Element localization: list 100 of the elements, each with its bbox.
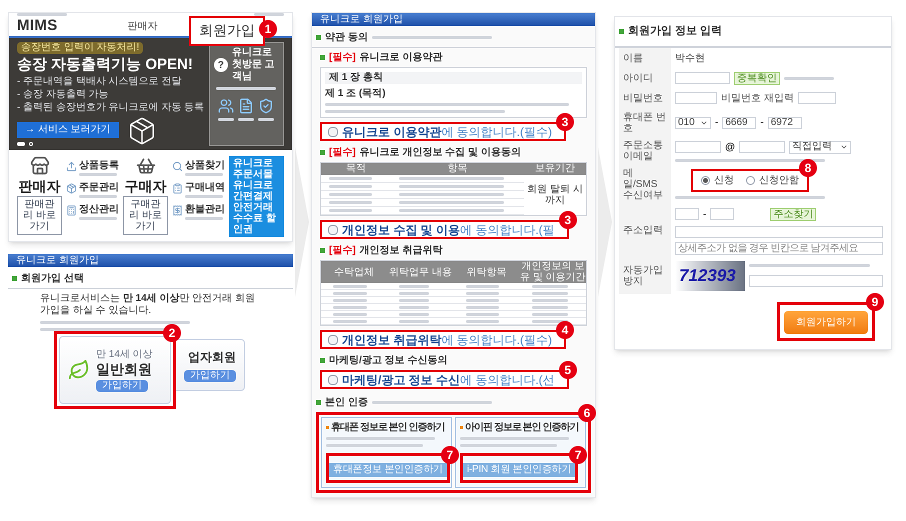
card-title: 일반회원 [96, 360, 152, 376]
agree-label: 개인정보 수집 및 이용에 동의합니다.(필 [342, 222, 555, 238]
blurred-text [185, 217, 223, 220]
menu-link[interactable]: 환불관리 [185, 204, 225, 215]
agree-label: 마케팅/광고 정보 수신에 동의합니다.(선 [342, 372, 555, 388]
section-label: 본인 인증 [325, 397, 368, 408]
article-heading: 제 1 조 (목적) [325, 88, 387, 99]
banner-bullet: - 송장 자동출력 가능 [17, 89, 110, 100]
email-domain-field[interactable] [739, 141, 786, 153]
blurred-text [329, 185, 372, 188]
section-title: 회원가입 선택 [21, 272, 84, 286]
menu-link[interactable]: 구매내역 [185, 182, 225, 193]
basket-icon [136, 156, 156, 176]
section-marker-icon [619, 28, 624, 34]
field-label: 주소입력 [623, 225, 663, 236]
step-badge: 8 [799, 159, 817, 177]
radio-label: 신청안함 [759, 174, 799, 188]
zipcode-field[interactable] [710, 208, 734, 220]
section-marker-icon [320, 55, 325, 60]
leaf-icon [68, 359, 90, 381]
service-button[interactable]: → 서비스 보러가기 [17, 122, 119, 138]
step-badge: 7 [440, 446, 459, 464]
checkbox[interactable] [328, 334, 338, 344]
package-icon [66, 183, 77, 194]
menu-link[interactable]: 주문관리 [79, 182, 119, 193]
promo-link[interactable]: 안전거래수수료 할인권 [233, 202, 280, 235]
at-sign: @ [725, 140, 736, 154]
form-title: 회원가입 정보 입력 [628, 24, 722, 39]
promo-link[interactable]: 유니크로 주문서몰 [233, 158, 280, 180]
signup-link[interactable]: 회원가입 [199, 22, 255, 38]
address-detail-field[interactable]: 상세주소가 없을 경우 빈칸으로 남겨주세요 [675, 242, 883, 254]
blurred-text [79, 217, 117, 220]
duplicate-check-button[interactable]: 중복확인 [734, 72, 780, 84]
separator: - [760, 116, 764, 130]
radio-label: 신청 [714, 174, 734, 188]
agree-label: 유니크로 이용약관에 동의합니다.(필수) [342, 124, 552, 140]
blurred-text [218, 118, 234, 121]
address-search-button[interactable]: 주소찾기 [770, 208, 816, 220]
radio-button[interactable] [701, 176, 710, 185]
store-icon [30, 156, 50, 176]
phone-prefix-select[interactable]: 010 [675, 116, 711, 128]
section-label: 유니크로 개인정보 수집 및 이용동의 [360, 147, 521, 158]
blurred-text [333, 284, 367, 288]
table-cell-text: 회원 탈퇴 시 까지 [526, 183, 584, 208]
menu-link[interactable]: 상품등록 [79, 160, 119, 171]
shortcut-button[interactable]: 구매관리 바로가기 [123, 196, 168, 235]
column-header: 항목 [446, 163, 468, 175]
section-label: 유니크로 이용약관 [360, 52, 442, 63]
phone-last-field[interactable]: 6972 [768, 116, 802, 128]
method-title: 휴대폰 정보로 본인 인증하기 [331, 422, 444, 433]
password-field[interactable] [675, 92, 717, 104]
search-icon [172, 161, 183, 172]
blurred-text [17, 13, 67, 16]
phone-middle-field[interactable]: 6669 [722, 116, 756, 128]
people-icon [218, 98, 234, 114]
blurred-text [329, 177, 372, 180]
step-badge: 1 [259, 20, 277, 38]
checkbox[interactable] [328, 224, 338, 234]
blurred-text [329, 209, 372, 212]
menu-link[interactable]: 정산관리 [79, 204, 119, 215]
promo-link[interactable]: 유니크로 간편결제 [233, 180, 280, 202]
menu-link[interactable]: 상품찾기 [185, 160, 225, 171]
banner-bullet: - 출력된 송장번호가 유니크로에 자동 등록 [17, 102, 205, 113]
card-title: 업자회원 [188, 349, 236, 366]
section-title: 약관 동의 [325, 31, 368, 45]
guide-title: 유니크로 첫방문 고객님 [232, 47, 276, 83]
checkbox[interactable] [328, 126, 338, 136]
section-label: 개인정보 취급위탁 [360, 245, 442, 256]
email-id-field[interactable] [675, 141, 721, 153]
required-tag: [필수] [329, 52, 356, 63]
captcha-input[interactable] [749, 275, 883, 287]
method-title: 아이핀 정보로 본인 인증하기 [465, 422, 578, 433]
address-field[interactable] [675, 226, 883, 238]
zipcode-field[interactable] [675, 208, 699, 220]
section-marker-icon [316, 35, 321, 40]
upload-icon [66, 161, 77, 172]
checkbox[interactable] [328, 374, 338, 384]
blurred-text [258, 118, 274, 121]
radio-button[interactable] [746, 176, 755, 185]
blurred-text [254, 13, 284, 16]
section-marker-icon [316, 400, 321, 405]
banner-tag: 송장번호 입력이 자동처리! [17, 42, 144, 54]
blurred-text [238, 118, 254, 121]
chapter-heading: 제 1 장 총칙 [325, 72, 582, 84]
field-label: 주문소통 이메일 [623, 140, 664, 162]
clipboard-icon [172, 183, 183, 194]
section-label: 마케팅/광고 정보 수신동의 [329, 355, 448, 366]
step-badge: 5 [558, 361, 577, 379]
domain-select[interactable]: 직접입력 [789, 140, 852, 154]
blurred-text [185, 173, 223, 176]
field-label: 이름 [623, 52, 643, 64]
password-confirm-field[interactable] [798, 92, 836, 104]
nav-item[interactable]: 판매자 [128, 18, 158, 34]
shortcut-button[interactable]: 판매관리 바로가기 [17, 196, 62, 235]
step-badge: 2 [163, 324, 181, 342]
age-notice: 유니크로서비스는 만 14세 이상만 안전거래 회원가입을 하실 수 있습니다. [40, 293, 256, 317]
blurred-text [532, 320, 568, 322]
id-field[interactable] [675, 72, 730, 84]
confirm-label: 비밀번호 재입력 [721, 92, 794, 106]
blurred-text [329, 201, 372, 204]
